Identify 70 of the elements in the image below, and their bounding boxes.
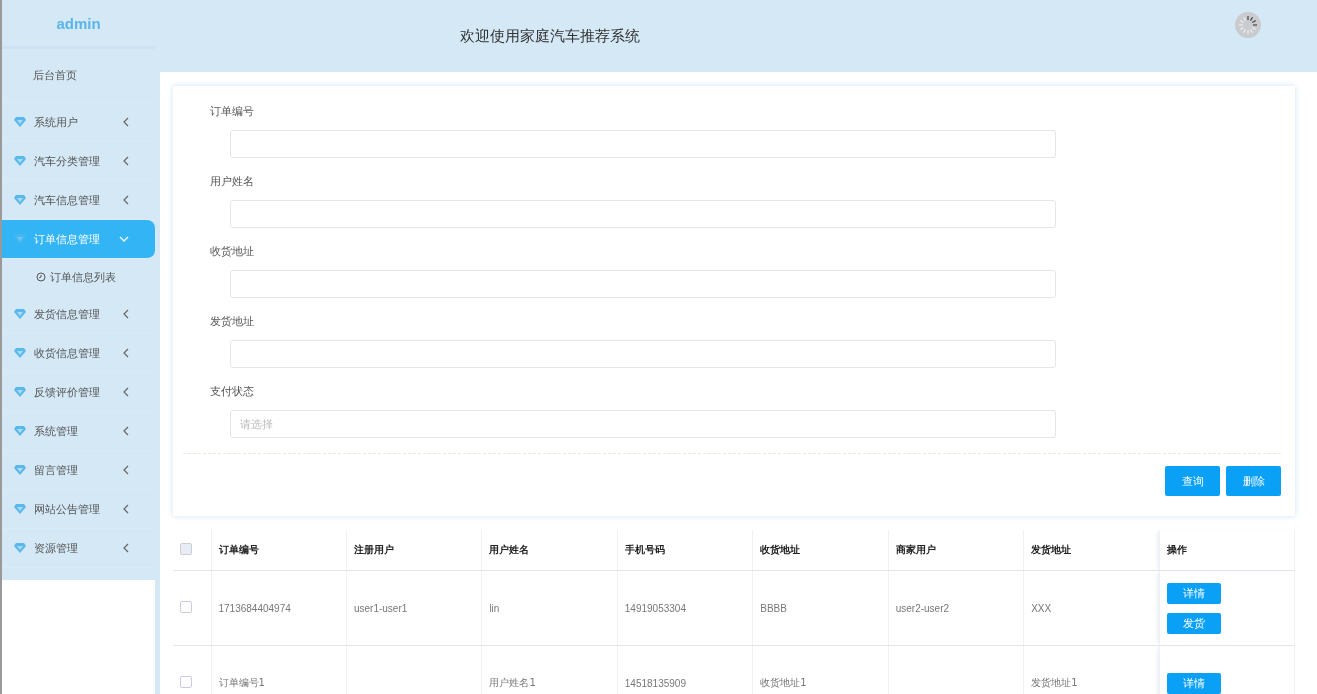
input-field[interactable] bbox=[230, 130, 1056, 158]
table-cell: 14919053304 bbox=[624, 602, 686, 614]
table-cell: 1713684404974 bbox=[218, 602, 291, 614]
column-header: 注册用户 bbox=[346, 530, 482, 571]
diamond-icon bbox=[14, 348, 26, 358]
input-field[interactable] bbox=[230, 270, 1056, 298]
sidebar-item[interactable]: 系统用户 bbox=[2, 103, 155, 142]
column-header: 手机号码 bbox=[617, 530, 753, 571]
sidebar-item[interactable]: 网站公告管理 bbox=[2, 490, 155, 529]
field-label: 支付状态 bbox=[210, 383, 254, 399]
field-label: 收货地址 bbox=[210, 243, 254, 259]
select-field[interactable]: 请选择 bbox=[230, 410, 1056, 438]
sidebar-item[interactable]: 反馈评价管理 bbox=[2, 373, 155, 412]
chevron-left-icon bbox=[123, 117, 129, 127]
table-cell: 收货地址1 bbox=[760, 677, 807, 688]
chevron-left-icon bbox=[123, 465, 129, 475]
chevron-left-icon bbox=[123, 309, 129, 319]
diamond-icon bbox=[14, 426, 26, 436]
table-cell: BBBB bbox=[760, 602, 787, 614]
table-cell: lin bbox=[489, 602, 500, 614]
chevron-down-icon bbox=[119, 236, 129, 242]
clock-icon bbox=[36, 272, 46, 282]
sidebar-item[interactable]: 留言管理 bbox=[2, 451, 155, 490]
diamond-icon bbox=[14, 117, 26, 127]
table-cell: 用户姓名1 bbox=[489, 677, 536, 688]
sidebar-item[interactable]: 资源管理 bbox=[2, 529, 155, 568]
loading-spinner-icon bbox=[1235, 12, 1261, 38]
table-cell: 14518135909 bbox=[624, 677, 686, 689]
table-cell: 发货地址1 bbox=[1031, 677, 1078, 688]
sidebar-item[interactable]: 汽车分类管理 bbox=[2, 142, 155, 181]
chevron-left-icon bbox=[123, 195, 129, 205]
chevron-left-icon bbox=[123, 156, 129, 166]
diamond-icon bbox=[14, 387, 26, 397]
chevron-left-icon bbox=[123, 387, 129, 397]
column-header: 发货地址 bbox=[1023, 530, 1160, 571]
submenu-item[interactable]: 订单信息列表 bbox=[2, 259, 155, 295]
column-header: 订单编号 bbox=[211, 530, 347, 571]
table-cell: 订单编号1 bbox=[218, 677, 265, 688]
field-label: 用户姓名 bbox=[210, 173, 254, 189]
chevron-left-icon bbox=[123, 348, 129, 358]
diamond-icon bbox=[14, 504, 26, 514]
field-label: 订单编号 bbox=[210, 103, 254, 119]
row-checkbox[interactable] bbox=[180, 601, 192, 613]
column-header: 操作 bbox=[1159, 530, 1295, 571]
diamond-icon bbox=[14, 465, 26, 475]
row-checkbox[interactable] bbox=[180, 676, 192, 688]
page-title: 欢迎使用家庭汽车推荐系统 bbox=[460, 26, 640, 46]
diamond-icon bbox=[14, 156, 26, 166]
sidebar-item[interactable]: 收货信息管理 bbox=[2, 334, 155, 373]
table-cell: user1-user1 bbox=[353, 602, 408, 614]
select-all-checkbox[interactable] bbox=[180, 543, 192, 555]
input-field[interactable] bbox=[230, 200, 1056, 228]
sidebar-item[interactable]: 系统管理 bbox=[2, 412, 155, 451]
field-label: 发货地址 bbox=[210, 313, 254, 329]
column-header: 用户姓名 bbox=[481, 530, 618, 571]
table-cell: XXX bbox=[1031, 602, 1052, 614]
input-field[interactable] bbox=[230, 340, 1056, 368]
sidebar-item[interactable]: 后台首页 bbox=[2, 49, 155, 103]
column-header: 收货地址 bbox=[752, 530, 889, 571]
table-cell: user2-user2 bbox=[895, 602, 950, 614]
chevron-left-icon bbox=[123, 543, 129, 553]
diamond-icon bbox=[14, 234, 26, 244]
brand-name: admin bbox=[2, 0, 155, 49]
chevron-left-icon bbox=[123, 504, 129, 514]
column-header: 商家用户 bbox=[888, 530, 1024, 571]
chevron-left-icon bbox=[123, 426, 129, 436]
diamond-icon bbox=[14, 195, 26, 205]
diamond-icon bbox=[14, 543, 26, 553]
sidebar-item[interactable]: 发货信息管理 bbox=[2, 295, 155, 334]
diamond-icon bbox=[14, 309, 26, 319]
